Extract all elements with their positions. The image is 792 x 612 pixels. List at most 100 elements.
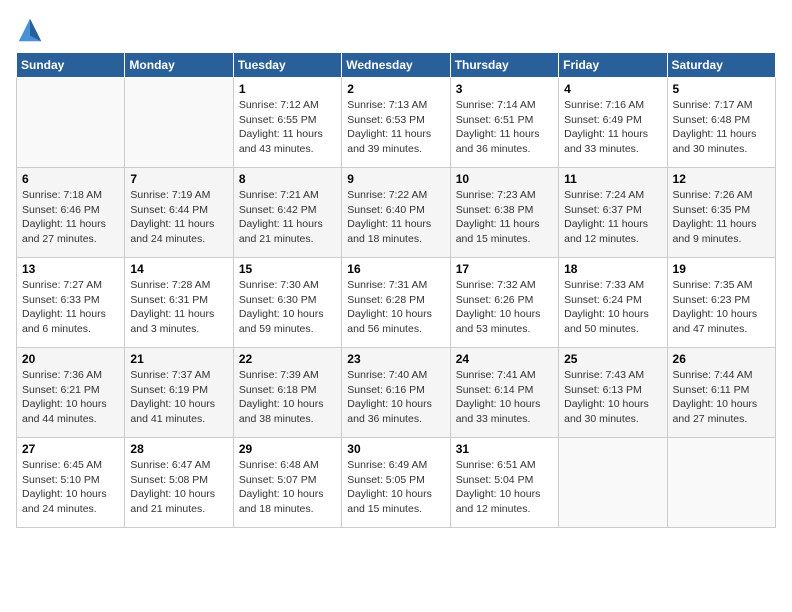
- day-detail: Sunrise: 7:41 AM Sunset: 6:14 PM Dayligh…: [456, 368, 553, 427]
- calendar-cell: 31 Sunrise: 6:51 AM Sunset: 5:04 PM Dayli…: [450, 438, 558, 528]
- day-number: 23: [347, 352, 444, 366]
- calendar-cell: 12Sunrise: 7:26 AM Sunset: 6:35 PM Dayli…: [667, 168, 775, 258]
- logo-icon: [16, 16, 44, 44]
- calendar-cell: 27 Sunrise: 6:45 AM Sunset: 5:10 PM Dayli…: [17, 438, 125, 528]
- day-number: 22: [239, 352, 336, 366]
- calendar-cell: [17, 78, 125, 168]
- calendar-cell: [125, 78, 233, 168]
- calendar-week-row: 1 Sunrise: 7:12 AM Sunset: 6:55 PM Daylig…: [17, 78, 776, 168]
- calendar-cell: 29Sunrise: 6:48 AM Sunset: 5:07 PM Dayli…: [233, 438, 341, 528]
- day-number: 9: [347, 172, 444, 186]
- calendar-day-header: Wednesday: [342, 53, 450, 78]
- day-number: 17: [456, 262, 553, 276]
- calendar-cell: 1 Sunrise: 7:12 AM Sunset: 6:55 PM Daylig…: [233, 78, 341, 168]
- day-detail: Sunrise: 7:23 AM Sunset: 6:38 PM Dayligh…: [456, 188, 553, 247]
- day-number: 1: [239, 82, 336, 96]
- calendar-day-header: Monday: [125, 53, 233, 78]
- day-detail: Sunrise: 7:31 AM Sunset: 6:28 PM Dayligh…: [347, 278, 444, 337]
- day-detail: Sunrise: 7:19 AM Sunset: 6:44 PM Dayligh…: [130, 188, 227, 247]
- calendar-cell: 21 Sunrise: 7:37 AM Sunset: 6:19 PM Dayli…: [125, 348, 233, 438]
- calendar-cell: 8 Sunrise: 7:21 AM Sunset: 6:42 PM Daylig…: [233, 168, 341, 258]
- calendar-header-row: SundayMondayTuesdayWednesdayThursdayFrid…: [17, 53, 776, 78]
- day-number: 19: [673, 262, 770, 276]
- calendar-cell: 18 Sunrise: 7:33 AM Sunset: 6:24 PM Dayli…: [559, 258, 667, 348]
- day-detail: Sunrise: 7:43 AM Sunset: 6:13 PM Dayligh…: [564, 368, 661, 427]
- calendar-week-row: 27 Sunrise: 6:45 AM Sunset: 5:10 PM Dayli…: [17, 438, 776, 528]
- page-header: [16, 16, 776, 44]
- day-number: 4: [564, 82, 661, 96]
- calendar-cell: 7 Sunrise: 7:19 AM Sunset: 6:44 PM Daylig…: [125, 168, 233, 258]
- day-detail: Sunrise: 6:48 AM Sunset: 5:07 PM Dayligh…: [239, 458, 336, 517]
- day-number: 30: [347, 442, 444, 456]
- calendar-cell: 11 Sunrise: 7:24 AM Sunset: 6:37 PM Dayli…: [559, 168, 667, 258]
- day-number: 10: [456, 172, 553, 186]
- day-number: 26: [673, 352, 770, 366]
- calendar-cell: 28 Sunrise: 6:47 AM Sunset: 5:08 PM Dayli…: [125, 438, 233, 528]
- day-detail: Sunrise: 7:21 AM Sunset: 6:42 PM Dayligh…: [239, 188, 336, 247]
- day-number: 21: [130, 352, 227, 366]
- day-number: 18: [564, 262, 661, 276]
- day-number: 15: [239, 262, 336, 276]
- calendar-day-header: Thursday: [450, 53, 558, 78]
- calendar-cell: 6 Sunrise: 7:18 AM Sunset: 6:46 PM Daylig…: [17, 168, 125, 258]
- calendar-body: 1 Sunrise: 7:12 AM Sunset: 6:55 PM Daylig…: [17, 78, 776, 528]
- day-number: 7: [130, 172, 227, 186]
- calendar-table: SundayMondayTuesdayWednesdayThursdayFrid…: [16, 52, 776, 528]
- calendar-cell: 24 Sunrise: 7:41 AM Sunset: 6:14 PM Dayli…: [450, 348, 558, 438]
- calendar-cell: 10 Sunrise: 7:23 AM Sunset: 6:38 PM Dayli…: [450, 168, 558, 258]
- calendar-cell: 25Sunrise: 7:43 AM Sunset: 6:13 PM Dayli…: [559, 348, 667, 438]
- day-detail: Sunrise: 7:24 AM Sunset: 6:37 PM Dayligh…: [564, 188, 661, 247]
- day-number: 24: [456, 352, 553, 366]
- calendar-cell: 2 Sunrise: 7:13 AM Sunset: 6:53 PM Daylig…: [342, 78, 450, 168]
- calendar-week-row: 13 Sunrise: 7:27 AM Sunset: 6:33 PM Dayli…: [17, 258, 776, 348]
- day-detail: Sunrise: 7:33 AM Sunset: 6:24 PM Dayligh…: [564, 278, 661, 337]
- day-detail: Sunrise: 6:51 AM Sunset: 5:04 PM Dayligh…: [456, 458, 553, 517]
- day-number: 31: [456, 442, 553, 456]
- day-detail: Sunrise: 6:49 AM Sunset: 5:05 PM Dayligh…: [347, 458, 444, 517]
- day-detail: Sunrise: 7:28 AM Sunset: 6:31 PM Dayligh…: [130, 278, 227, 337]
- day-detail: Sunrise: 7:27 AM Sunset: 6:33 PM Dayligh…: [22, 278, 119, 337]
- calendar-cell: 14 Sunrise: 7:28 AM Sunset: 6:31 PM Dayli…: [125, 258, 233, 348]
- logo: [16, 16, 48, 44]
- day-number: 2: [347, 82, 444, 96]
- calendar-cell: 19 Sunrise: 7:35 AM Sunset: 6:23 PM Dayli…: [667, 258, 775, 348]
- calendar-day-header: Saturday: [667, 53, 775, 78]
- day-number: 11: [564, 172, 661, 186]
- calendar-cell: 23 Sunrise: 7:40 AM Sunset: 6:16 PM Dayli…: [342, 348, 450, 438]
- day-detail: Sunrise: 7:35 AM Sunset: 6:23 PM Dayligh…: [673, 278, 770, 337]
- calendar-cell: 17 Sunrise: 7:32 AM Sunset: 6:26 PM Dayli…: [450, 258, 558, 348]
- day-detail: Sunrise: 7:30 AM Sunset: 6:30 PM Dayligh…: [239, 278, 336, 337]
- day-detail: Sunrise: 7:32 AM Sunset: 6:26 PM Dayligh…: [456, 278, 553, 337]
- calendar-cell: 20 Sunrise: 7:36 AM Sunset: 6:21 PM Dayli…: [17, 348, 125, 438]
- day-number: 20: [22, 352, 119, 366]
- day-detail: Sunrise: 7:36 AM Sunset: 6:21 PM Dayligh…: [22, 368, 119, 427]
- day-detail: Sunrise: 7:26 AM Sunset: 6:35 PM Dayligh…: [673, 188, 770, 247]
- calendar-week-row: 20 Sunrise: 7:36 AM Sunset: 6:21 PM Dayli…: [17, 348, 776, 438]
- day-number: 13: [22, 262, 119, 276]
- calendar-cell: 30 Sunrise: 6:49 AM Sunset: 5:05 PM Dayli…: [342, 438, 450, 528]
- calendar-cell: 4 Sunrise: 7:16 AM Sunset: 6:49 PM Daylig…: [559, 78, 667, 168]
- day-detail: Sunrise: 7:18 AM Sunset: 6:46 PM Dayligh…: [22, 188, 119, 247]
- day-detail: Sunrise: 7:16 AM Sunset: 6:49 PM Dayligh…: [564, 98, 661, 157]
- day-number: 28: [130, 442, 227, 456]
- day-detail: Sunrise: 7:13 AM Sunset: 6:53 PM Dayligh…: [347, 98, 444, 157]
- calendar-cell: 15 Sunrise: 7:30 AM Sunset: 6:30 PM Dayli…: [233, 258, 341, 348]
- day-number: 16: [347, 262, 444, 276]
- day-detail: Sunrise: 7:12 AM Sunset: 6:55 PM Dayligh…: [239, 98, 336, 157]
- day-number: 5: [673, 82, 770, 96]
- day-detail: Sunrise: 6:45 AM Sunset: 5:10 PM Dayligh…: [22, 458, 119, 517]
- calendar-cell: [667, 438, 775, 528]
- day-number: 14: [130, 262, 227, 276]
- day-detail: Sunrise: 7:37 AM Sunset: 6:19 PM Dayligh…: [130, 368, 227, 427]
- day-detail: Sunrise: 7:17 AM Sunset: 6:48 PM Dayligh…: [673, 98, 770, 157]
- calendar-cell: 5 Sunrise: 7:17 AM Sunset: 6:48 PM Daylig…: [667, 78, 775, 168]
- calendar-cell: 3Sunrise: 7:14 AM Sunset: 6:51 PM Daylig…: [450, 78, 558, 168]
- day-detail: Sunrise: 6:47 AM Sunset: 5:08 PM Dayligh…: [130, 458, 227, 517]
- day-number: 6: [22, 172, 119, 186]
- day-detail: Sunrise: 7:40 AM Sunset: 6:16 PM Dayligh…: [347, 368, 444, 427]
- day-number: 27: [22, 442, 119, 456]
- calendar-cell: 26Sunrise: 7:44 AM Sunset: 6:11 PM Dayli…: [667, 348, 775, 438]
- day-number: 8: [239, 172, 336, 186]
- day-detail: Sunrise: 7:39 AM Sunset: 6:18 PM Dayligh…: [239, 368, 336, 427]
- day-number: 3: [456, 82, 553, 96]
